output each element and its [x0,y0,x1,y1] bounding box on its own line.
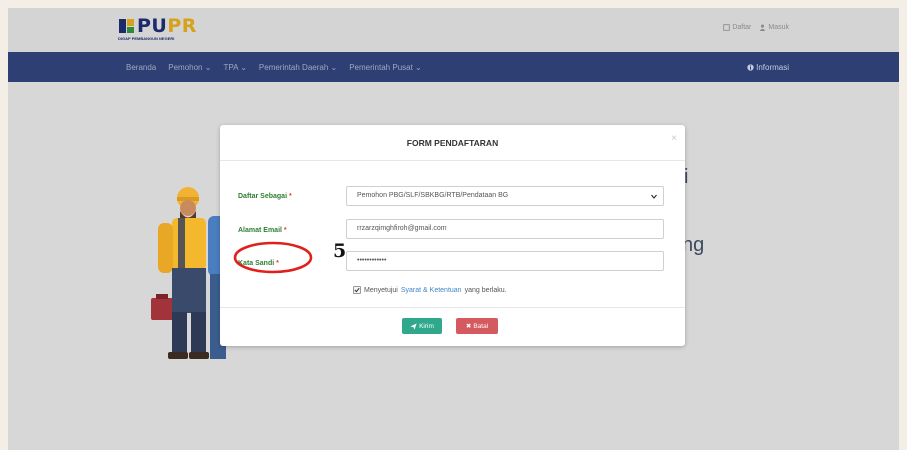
nav-item-pemohon[interactable]: Pemohon ⌄ [168,63,211,72]
nav-item-beranda[interactable]: Beranda [126,63,156,72]
cancel-button[interactable]: ✖ Batal [456,318,498,334]
hero-text-fragment: ng [682,234,705,256]
submit-button[interactable]: Kirim [402,318,442,334]
email-label: Alamat Email * [238,227,287,234]
main-navbar: Beranda Pemohon ⌄ TPA ⌄ Pemerintah Daera… [8,52,899,82]
top-links: Daftar Masuk [723,24,789,31]
chevron-down-icon: ⌄ [204,62,212,72]
chevron-down-icon: ⌄ [330,62,338,72]
register-as-select-value: Pemohon PBG/SLF/SBKBG/RTB/Pendataan BG [357,192,509,199]
user-icon [760,24,766,31]
nav-item-pemerintah-pusat[interactable]: Pemerintah Pusat ⌄ [349,63,422,72]
page-backdrop: PUPR DIGAP PEMBANGUN NEGERI Daftar Masuk… [8,8,899,450]
registration-modal: FORM PENDAFTARAN × Daftar Sebagai * Pemo… [220,125,685,346]
cancel-button-label: Batal [473,322,489,330]
agreement-checkbox[interactable] [353,286,361,294]
logo-wordmark: PUPR [137,15,197,37]
password-field[interactable]: •••••••••••• [346,251,664,271]
pupr-logo[interactable]: PUPR DIGAP PEMBANGUN NEGERI [118,15,210,41]
submit-button-label: Kirim [419,322,434,330]
step-number-label: 5 [333,240,347,262]
register-as-select[interactable]: Pemohon PBG/SLF/SBKBG/RTB/Pendataan BG [346,186,664,206]
nav-menu: Beranda Pemohon ⌄ TPA ⌄ Pemerintah Daera… [126,52,422,82]
modal-footer: Kirim ✖ Batal [220,307,685,346]
register-link-label: Daftar [732,24,752,31]
chevron-down-icon: ⌄ [240,62,247,72]
top-header: PUPR DIGAP PEMBANGUN NEGERI Daftar Masuk [8,8,899,52]
close-icon[interactable]: × [671,134,677,144]
modal-header: FORM PENDAFTARAN × [220,125,685,161]
login-link-label: Masuk [768,24,789,31]
nav-item-tpa[interactable]: TPA ⌄ [223,63,246,72]
register-as-label: Daftar Sebagai * [238,193,292,200]
send-icon [410,322,417,330]
highlight-ellipse [233,241,313,274]
modal-title: FORM PENDAFTARAN [406,138,499,148]
check-icon [354,287,360,293]
register-link[interactable]: Daftar [723,24,751,31]
info-icon [747,63,754,71]
agreement-prefix: Menyetujui [364,286,398,294]
logo-subtitle: DIGAP PEMBANGUN NEGERI [118,36,175,41]
nav-item-informasi[interactable]: Informasi [747,52,789,82]
chevron-down-icon: ⌄ [415,62,422,72]
agreement-row: Menyetujui Syarat & Ketentuan yang berla… [353,286,507,294]
nav-item-pemerintah-daerah[interactable]: Pemerintah Daerah ⌄ [259,63,337,72]
email-field[interactable]: rrzarzqimghfiroh@gmail.com [346,219,664,239]
nav-informasi-label: Informasi [756,62,789,72]
chevron-down-icon [651,194,657,199]
pupr-logo-mark-icon [119,19,134,33]
register-icon [723,24,731,31]
times-icon: ✖ [465,323,472,330]
agreement-suffix: yang berlaku. [464,286,507,294]
login-link[interactable]: Masuk [759,24,789,31]
terms-link[interactable]: Syarat & Ketentuan [401,287,462,294]
